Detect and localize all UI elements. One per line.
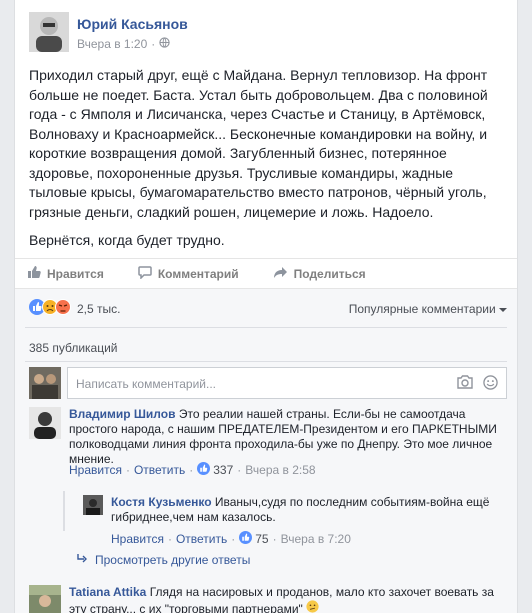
post-header: Юрий Касьянов Вчера в 1:20 · (29, 12, 509, 56)
share-label: Поделиться (293, 266, 366, 281)
current-user-avatar (29, 367, 61, 399)
reply-time[interactable]: Вчера в 7:20 (281, 532, 351, 546)
like-button[interactable]: Нравится (27, 259, 104, 288)
reply-body: Костя Кузьменко Иваныч,судя по последним… (111, 495, 507, 525)
post-paragraph: Приходил старый друг, ещё с Майдана. Вер… (29, 67, 488, 220)
divider (25, 327, 507, 328)
separator: · (237, 463, 242, 477)
comment-button[interactable]: Комментарий (138, 259, 239, 288)
author-name[interactable]: Юрий Касьянов (77, 16, 188, 32)
post-body: Приходил старый друг, ещё с Майдана. Вер… (29, 66, 507, 260)
commenter-avatar[interactable] (29, 585, 61, 613)
divider (25, 361, 507, 362)
comment-input-placeholder: Написать комментарий... (76, 377, 217, 391)
view-more-replies-label: Просмотреть другие ответы (95, 553, 251, 567)
meta-separator: · (151, 37, 156, 51)
comment-like-link[interactable]: Нравится (69, 463, 122, 477)
like-reaction-icon (239, 531, 253, 547)
post-actions: Нравится Комментарий Поделиться (15, 258, 517, 288)
separator: · (189, 463, 194, 477)
sort-label: Популярные комментарии (348, 302, 496, 316)
separator: · (272, 532, 277, 546)
replier-avatar[interactable] (83, 495, 103, 515)
camera-icon[interactable] (457, 375, 473, 393)
like-label: Нравится (47, 266, 104, 281)
comment-body: Tatiana Attika Глядя на насировых и прод… (69, 585, 501, 613)
author-avatar[interactable] (29, 12, 69, 52)
publications-count[interactable]: 385 публикаций (29, 341, 118, 355)
comment-icon (138, 265, 152, 282)
angry-reaction-icon (55, 299, 71, 318)
comment-like-count[interactable]: 337 (197, 462, 233, 478)
comment-time[interactable]: Вчера в 2:58 (245, 463, 315, 477)
post-meta: Вчера в 1:20 · (77, 37, 170, 51)
commenter-name[interactable]: Tatiana Attika (69, 585, 146, 599)
share-icon (273, 266, 288, 282)
separator: · (167, 532, 172, 546)
sort-dropdown[interactable]: Популярные комментарии (349, 302, 507, 316)
comment-body: Владимир Шилов Это реалии нашей страны. … (69, 407, 501, 467)
separator: · (125, 463, 130, 477)
replier-name[interactable]: Костя Кузьменко (111, 495, 212, 509)
comment-actions: Нравится · Ответить · 337 · Вчера в 2:58 (69, 462, 316, 478)
comment-composer: Написать комментарий... (29, 367, 507, 399)
emoji-icon[interactable] (483, 375, 498, 393)
reply-like-count[interactable]: 75 (239, 531, 269, 547)
comment: Tatiana Attika Глядя на насировых и прод… (29, 585, 507, 613)
reply-like-link[interactable]: Нравится (111, 532, 164, 546)
comment-input-icons (457, 375, 498, 393)
like-count: 75 (255, 532, 269, 546)
comment: Владимир Шилов Это реалии нашей страны. … (29, 407, 507, 497)
globe-icon[interactable] (159, 37, 170, 51)
comment-label: Комментарий (157, 266, 239, 281)
reactions-summary[interactable]: 2,5 тыс. (29, 299, 120, 318)
post-time[interactable]: Вчера в 1:20 (77, 37, 147, 51)
confused-emoji-icon (306, 600, 319, 613)
thumbs-up-icon (27, 265, 41, 282)
commenter-name[interactable]: Владимир Шилов (69, 407, 175, 421)
post-card: Юрий Касьянов Вчера в 1:20 · Приходил ст… (14, 0, 518, 613)
like-count: 337 (213, 463, 234, 477)
like-reaction-icon (197, 462, 211, 478)
comments-section: 2,5 тыс. Популярные комментарии 385 публ… (15, 288, 517, 613)
reply-actions: Нравится · Ответить · 75 · Вчера в 7:20 (111, 531, 351, 547)
separator: · (231, 532, 236, 546)
reply-thread-line (63, 491, 65, 531)
view-more-replies[interactable]: Просмотреть другие ответы (77, 553, 250, 567)
post-paragraph: Вернётся, когда будет трудно. (29, 232, 225, 248)
reply-arrow-icon (77, 553, 87, 567)
comment-input[interactable]: Написать комментарий... (67, 367, 507, 399)
reply-reply-link[interactable]: Ответить (176, 532, 227, 546)
caret-down-icon (499, 302, 507, 316)
commenter-avatar[interactable] (29, 407, 61, 439)
comment-reply-link[interactable]: Ответить (134, 463, 185, 477)
reactions-count: 2,5 тыс. (77, 301, 121, 316)
reply: Костя Кузьменко Иваныч,судя по последним… (83, 495, 507, 547)
share-button[interactable]: Поделиться (273, 259, 366, 288)
